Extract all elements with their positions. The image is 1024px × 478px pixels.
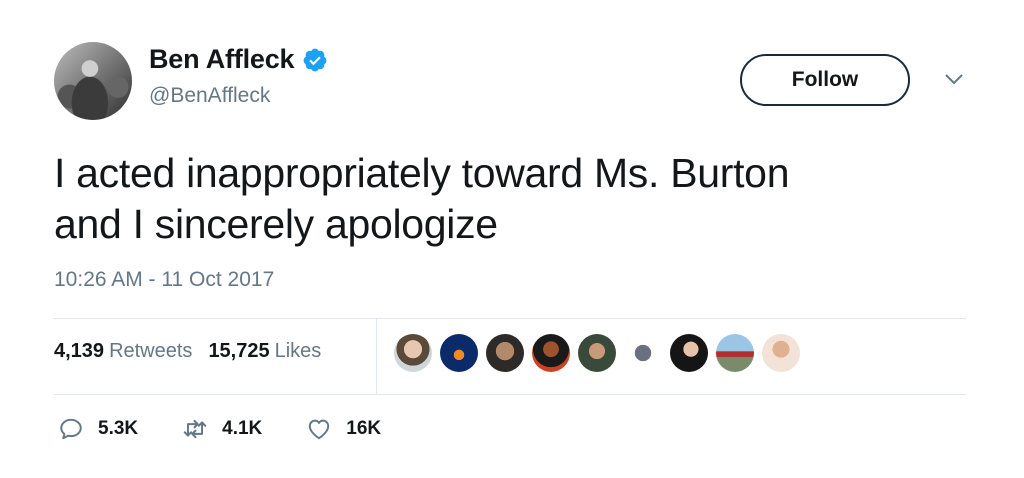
- likes-count: 15,725: [208, 340, 270, 362]
- liker-avatar[interactable]: [716, 334, 754, 372]
- chevron-down-icon[interactable]: [944, 72, 964, 86]
- divider: [54, 318, 966, 319]
- heart-icon: [309, 419, 330, 440]
- liker-avatar[interactable]: [762, 334, 800, 372]
- reply-button[interactable]: 5.3K: [58, 416, 138, 442]
- follow-button[interactable]: Follow: [740, 54, 910, 106]
- author-name-row: Ben Affleck: [149, 44, 328, 75]
- reply-icon: [60, 418, 82, 440]
- tweet-text: I acted inappropriately toward Ms. Burto…: [54, 148, 954, 250]
- tweet-timestamp[interactable]: 10:26 AM - 11 Oct 2017: [54, 268, 274, 292]
- tweet-text-line: and I sincerely apologize: [54, 201, 498, 247]
- liker-avatar[interactable]: [578, 334, 616, 372]
- retweet-count: 4.1K: [222, 418, 263, 439]
- retweets-label: Retweets: [109, 340, 193, 362]
- verified-badge-icon: [303, 48, 327, 71]
- liker-avatar[interactable]: [440, 334, 478, 372]
- reply-count: 5.3K: [98, 418, 139, 439]
- liker-avatar[interactable]: [394, 334, 432, 372]
- tweet-stats: 4,139 Retweets 15,725 Likes: [54, 340, 337, 363]
- liker-avatar[interactable]: [532, 334, 570, 372]
- author-avatar[interactable]: [54, 42, 132, 120]
- tweet-text-line: I acted inappropriately toward Ms. Burto…: [54, 150, 790, 196]
- like-button[interactable]: 16K: [306, 416, 381, 442]
- liker-avatar[interactable]: [624, 334, 662, 372]
- retweets-count: 4,139: [54, 340, 105, 362]
- likes-label: Likes: [274, 340, 322, 362]
- divider: [54, 394, 966, 395]
- likes-stat[interactable]: 15,725 Likes: [208, 340, 321, 363]
- retweets-stat[interactable]: 4,139 Retweets: [54, 340, 192, 363]
- author-handle[interactable]: @BenAffleck: [149, 84, 270, 108]
- tweet-actions: 5.3K 4.1K 16K: [58, 416, 425, 442]
- stats-separator: [376, 318, 377, 394]
- liker-avatar[interactable]: [486, 334, 524, 372]
- author-name[interactable]: Ben Affleck: [149, 44, 295, 75]
- retweet-icon: [183, 419, 207, 439]
- like-count: 16K: [346, 418, 382, 439]
- liked-by-avatars: [394, 334, 808, 372]
- liker-avatar[interactable]: [670, 334, 708, 372]
- retweet-button[interactable]: 4.1K: [182, 416, 262, 442]
